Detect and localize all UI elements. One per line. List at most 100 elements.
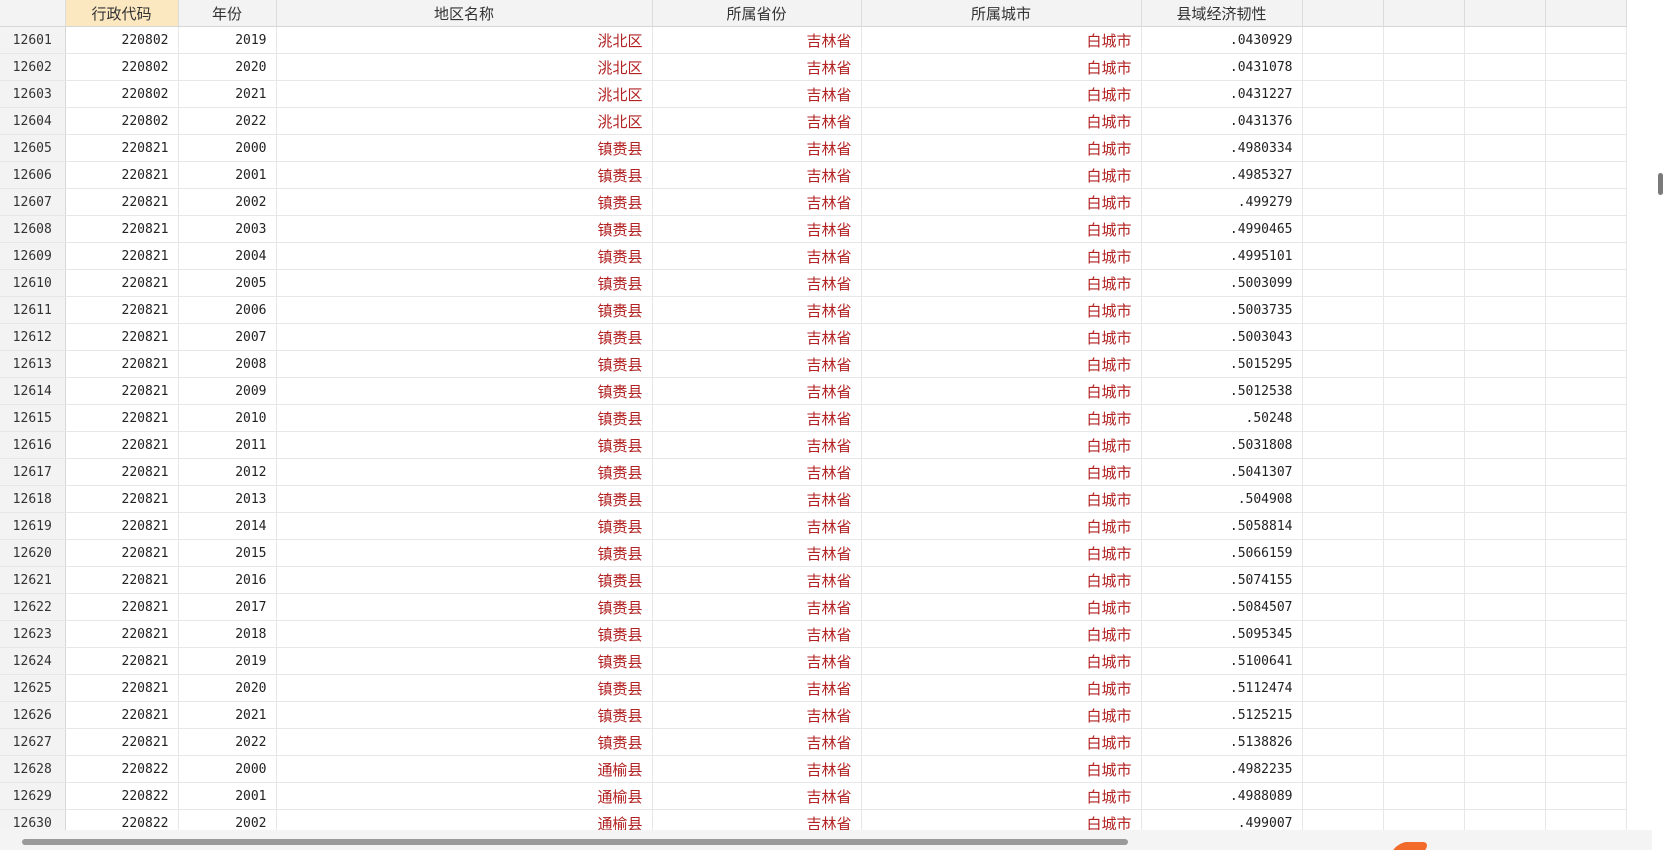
empty-cell[interactable] [1383, 269, 1465, 297]
table-cell[interactable]: 220802 [65, 26, 179, 54]
table-cell[interactable]: 吉林省 [652, 26, 862, 54]
table-cell[interactable]: 2020 [178, 53, 277, 81]
empty-cell[interactable] [1302, 431, 1384, 459]
empty-cell[interactable] [1383, 188, 1465, 216]
empty-cell[interactable] [1302, 404, 1384, 432]
table-cell[interactable]: .4982235 [1141, 755, 1303, 783]
row-number[interactable]: 12609 [0, 242, 66, 270]
table-cell[interactable]: 2004 [178, 242, 277, 270]
table-cell[interactable]: 镇赉县 [276, 674, 653, 702]
table-cell[interactable]: .5003099 [1141, 269, 1303, 297]
table-cell[interactable]: 2009 [178, 377, 277, 405]
empty-cell[interactable] [1545, 512, 1627, 540]
table-cell[interactable]: 220821 [65, 566, 179, 594]
table-cell[interactable]: 白城市 [861, 26, 1142, 54]
empty-cell[interactable] [1464, 323, 1546, 351]
row-number[interactable]: 12615 [0, 404, 66, 432]
empty-cell[interactable] [1545, 404, 1627, 432]
table-cell[interactable]: 镇赉县 [276, 377, 653, 405]
table-cell[interactable]: .5100641 [1141, 647, 1303, 675]
column-header[interactable]: 县域经济韧性 [1141, 0, 1303, 27]
table-row[interactable]: 12621 220821 2016 镇赉县 吉林省 白城市 .5074155 [0, 566, 1627, 594]
table-cell[interactable]: 220821 [65, 458, 179, 486]
table-cell[interactable]: 2015 [178, 539, 277, 567]
empty-cell[interactable] [1383, 647, 1465, 675]
empty-cell[interactable] [1383, 458, 1465, 486]
empty-cell[interactable] [1545, 431, 1627, 459]
table-cell[interactable]: .0430929 [1141, 26, 1303, 54]
row-number[interactable]: 12605 [0, 134, 66, 162]
table-row[interactable]: 12622 220821 2017 镇赉县 吉林省 白城市 .5084507 [0, 593, 1627, 621]
table-cell[interactable]: 白城市 [861, 485, 1142, 513]
empty-cell[interactable] [1464, 80, 1546, 108]
empty-column-header[interactable] [1302, 0, 1384, 27]
empty-cell[interactable] [1302, 512, 1384, 540]
empty-column-header[interactable] [1383, 0, 1465, 27]
table-cell[interactable]: 吉林省 [652, 539, 862, 567]
table-cell[interactable]: 2021 [178, 701, 277, 729]
table-cell[interactable]: 2013 [178, 485, 277, 513]
row-number[interactable]: 12611 [0, 296, 66, 324]
table-cell[interactable]: 2021 [178, 80, 277, 108]
empty-cell[interactable] [1383, 26, 1465, 54]
table-cell[interactable]: 吉林省 [652, 728, 862, 756]
table-cell[interactable]: 吉林省 [652, 215, 862, 243]
empty-cell[interactable] [1302, 134, 1384, 162]
row-number[interactable]: 12617 [0, 458, 66, 486]
empty-cell[interactable] [1545, 350, 1627, 378]
table-cell[interactable]: 镇赉县 [276, 188, 653, 216]
table-cell[interactable]: 镇赉县 [276, 593, 653, 621]
empty-cell[interactable] [1302, 674, 1384, 702]
table-cell[interactable]: 洮北区 [276, 26, 653, 54]
table-cell[interactable]: 2018 [178, 620, 277, 648]
empty-cell[interactable] [1302, 485, 1384, 513]
empty-cell[interactable] [1383, 80, 1465, 108]
table-cell[interactable]: 白城市 [861, 728, 1142, 756]
table-cell[interactable]: 白城市 [861, 755, 1142, 783]
empty-cell[interactable] [1302, 215, 1384, 243]
table-cell[interactable]: 吉林省 [652, 134, 862, 162]
empty-cell[interactable] [1464, 458, 1546, 486]
table-cell[interactable]: 吉林省 [652, 53, 862, 81]
empty-cell[interactable] [1383, 242, 1465, 270]
column-header[interactable]: 行政代码 [65, 0, 179, 27]
empty-cell[interactable] [1302, 647, 1384, 675]
empty-cell[interactable] [1383, 620, 1465, 648]
table-cell[interactable]: .5084507 [1141, 593, 1303, 621]
table-cell[interactable]: 白城市 [861, 593, 1142, 621]
empty-cell[interactable] [1545, 539, 1627, 567]
empty-cell[interactable] [1545, 323, 1627, 351]
table-cell[interactable]: 镇赉县 [276, 269, 653, 297]
table-cell[interactable]: 吉林省 [652, 566, 862, 594]
table-cell[interactable]: 吉林省 [652, 80, 862, 108]
row-number[interactable]: 12602 [0, 53, 66, 81]
table-cell[interactable]: .4985327 [1141, 161, 1303, 189]
empty-cell[interactable] [1302, 377, 1384, 405]
table-cell[interactable]: 白城市 [861, 215, 1142, 243]
table-cell[interactable]: 洮北区 [276, 80, 653, 108]
table-cell[interactable]: 2020 [178, 674, 277, 702]
empty-cell[interactable] [1302, 701, 1384, 729]
empty-cell[interactable] [1464, 647, 1546, 675]
row-number[interactable]: 12607 [0, 188, 66, 216]
table-cell[interactable]: 白城市 [861, 647, 1142, 675]
table-cell[interactable]: 白城市 [861, 674, 1142, 702]
table-cell[interactable]: 220821 [65, 431, 179, 459]
table-cell[interactable]: 吉林省 [652, 269, 862, 297]
table-cell[interactable]: 吉林省 [652, 512, 862, 540]
empty-cell[interactable] [1464, 701, 1546, 729]
empty-cell[interactable] [1383, 782, 1465, 810]
table-row[interactable]: 12613 220821 2008 镇赉县 吉林省 白城市 .5015295 [0, 350, 1627, 378]
empty-cell[interactable] [1302, 53, 1384, 81]
table-cell[interactable]: 吉林省 [652, 647, 862, 675]
empty-cell[interactable] [1464, 242, 1546, 270]
row-number[interactable]: 12624 [0, 647, 66, 675]
table-cell[interactable]: .0431376 [1141, 107, 1303, 135]
table-cell[interactable]: 吉林省 [652, 674, 862, 702]
empty-cell[interactable] [1302, 809, 1384, 830]
empty-cell[interactable] [1383, 323, 1465, 351]
table-cell[interactable]: 220821 [65, 404, 179, 432]
row-number[interactable]: 12610 [0, 269, 66, 297]
table-row[interactable]: 12603 220802 2021 洮北区 吉林省 白城市 .0431227 [0, 80, 1627, 108]
table-cell[interactable]: 白城市 [861, 404, 1142, 432]
